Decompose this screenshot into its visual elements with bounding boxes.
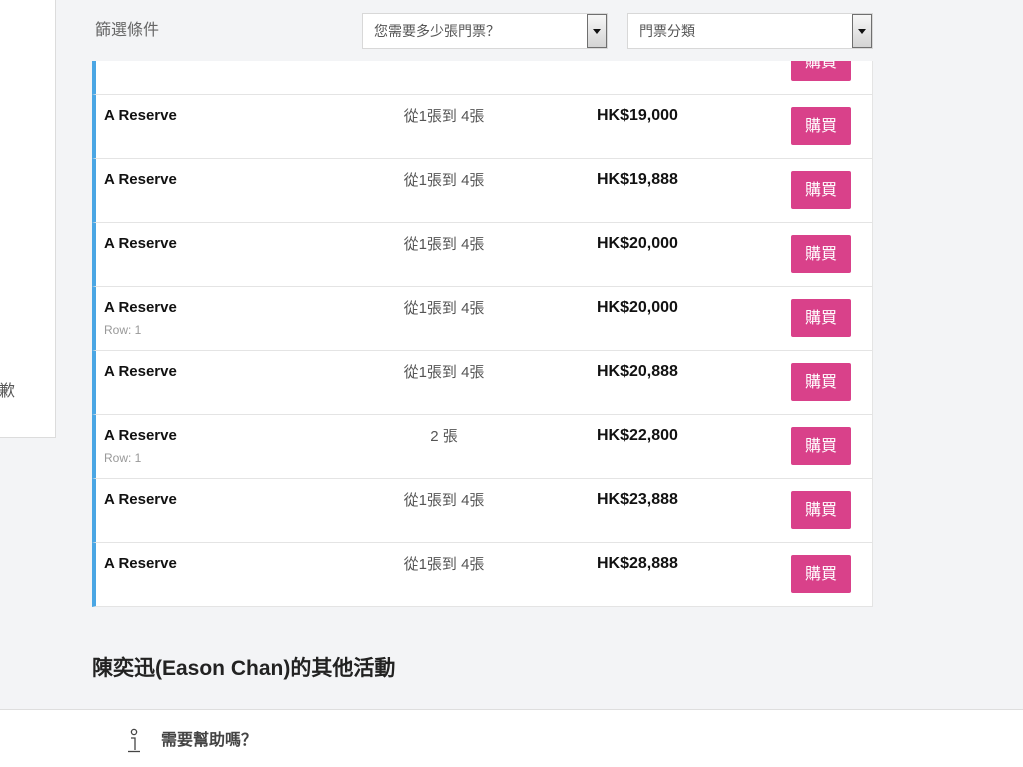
help-link[interactable]: 需要幫助嗎？ bbox=[161, 731, 257, 751]
section-name: A Reserve bbox=[104, 107, 177, 124]
listing-row-partial: 購買 bbox=[92, 61, 873, 95]
quantity-range: 2 張 bbox=[430, 428, 458, 445]
buy-button[interactable]: 購買 bbox=[791, 171, 851, 209]
listing-row: A Reserve Row: 1 從1張到 4張 HK$20,000 購買 bbox=[92, 287, 873, 351]
help-bar: 需要幫助嗎？ bbox=[0, 709, 1023, 767]
filter-label: 篩選條件 bbox=[95, 22, 160, 39]
section-name: A Reserve bbox=[104, 299, 177, 316]
section-name: A Reserve bbox=[104, 491, 177, 508]
ticket-price: HK$20,000 bbox=[597, 299, 678, 316]
quantity-range: 從1張到 4張 bbox=[403, 556, 485, 573]
other-events-heading: 陳奕迅(Eason Chan)的其他活動 bbox=[92, 657, 396, 680]
info-icon[interactable] bbox=[127, 728, 141, 754]
ticket-quantity-select-value: 您需要多少張門票？ bbox=[374, 23, 500, 39]
buy-button[interactable]: 購買 bbox=[791, 107, 851, 145]
section-name: A Reserve bbox=[104, 555, 177, 572]
listing-row: A Reserve 從1張到 4張 HK$20,888 購買 bbox=[92, 351, 873, 415]
chevron-down-icon[interactable] bbox=[587, 14, 607, 48]
listing-row: A Reserve 從1張到 4張 HK$23,888 購買 bbox=[92, 479, 873, 543]
ticket-price: HK$23,888 bbox=[597, 491, 678, 508]
ticket-price: HK$28,888 bbox=[597, 555, 678, 572]
quantity-range: 從1張到 4張 bbox=[403, 364, 485, 381]
ticket-price: HK$20,000 bbox=[597, 235, 678, 252]
buy-button[interactable]: 購買 bbox=[791, 555, 851, 593]
ticket-price: HK$19,888 bbox=[597, 171, 678, 188]
ticket-price: HK$20,888 bbox=[597, 363, 678, 380]
buy-button[interactable]: 購買 bbox=[791, 235, 851, 273]
quantity-range: 從1張到 4張 bbox=[403, 108, 485, 125]
buy-button[interactable]: 購買 bbox=[791, 363, 851, 401]
section-name: A Reserve bbox=[104, 363, 177, 380]
chevron-down-icon[interactable] bbox=[852, 14, 872, 48]
quantity-range: 從1張到 4張 bbox=[403, 172, 485, 189]
listing-row: A Reserve Row: 1 2 張 HK$22,800 購買 bbox=[92, 415, 873, 479]
buy-button[interactable]: 購買 bbox=[791, 491, 851, 529]
side-panel-text: 歉 bbox=[0, 383, 16, 400]
ticket-category-select[interactable]: 門票分類 bbox=[627, 13, 873, 49]
buy-button[interactable]: 購買 bbox=[791, 61, 851, 81]
listing-row: A Reserve 從1張到 4張 HK$28,888 購買 bbox=[92, 543, 873, 607]
buy-button[interactable]: 購買 bbox=[791, 299, 851, 337]
ticket-category-select-value: 門票分類 bbox=[639, 23, 695, 39]
listing-row: A Reserve 從1張到 4張 HK$20,000 購買 bbox=[92, 223, 873, 287]
row-note: Row: 1 bbox=[104, 451, 142, 465]
ticket-price: HK$19,000 bbox=[597, 107, 678, 124]
listing-row: A Reserve 從1張到 4張 HK$19,000 購買 bbox=[92, 95, 873, 159]
row-note: Row: 1 bbox=[104, 323, 142, 337]
quantity-range: 從1張到 4張 bbox=[403, 492, 485, 509]
section-name: A Reserve bbox=[104, 235, 177, 252]
section-name: A Reserve bbox=[104, 171, 177, 188]
quantity-range: 從1張到 4張 bbox=[403, 236, 485, 253]
listing-row: A Reserve 從1張到 4張 HK$19,888 購買 bbox=[92, 159, 873, 223]
side-panel: 歉 bbox=[0, 0, 56, 438]
ticket-listing-rows: 購買 A Reserve 從1張到 4張 HK$19,000 購買 A Rese… bbox=[92, 61, 873, 607]
ticket-listing: 購買 A Reserve 從1張到 4張 HK$19,000 購買 A Rese… bbox=[92, 61, 873, 607]
buy-button[interactable]: 購買 bbox=[791, 427, 851, 465]
quantity-range: 從1張到 4張 bbox=[403, 300, 485, 317]
ticket-quantity-select[interactable]: 您需要多少張門票？ bbox=[362, 13, 608, 49]
ticket-price: HK$22,800 bbox=[597, 427, 678, 444]
section-name: A Reserve bbox=[104, 427, 177, 444]
